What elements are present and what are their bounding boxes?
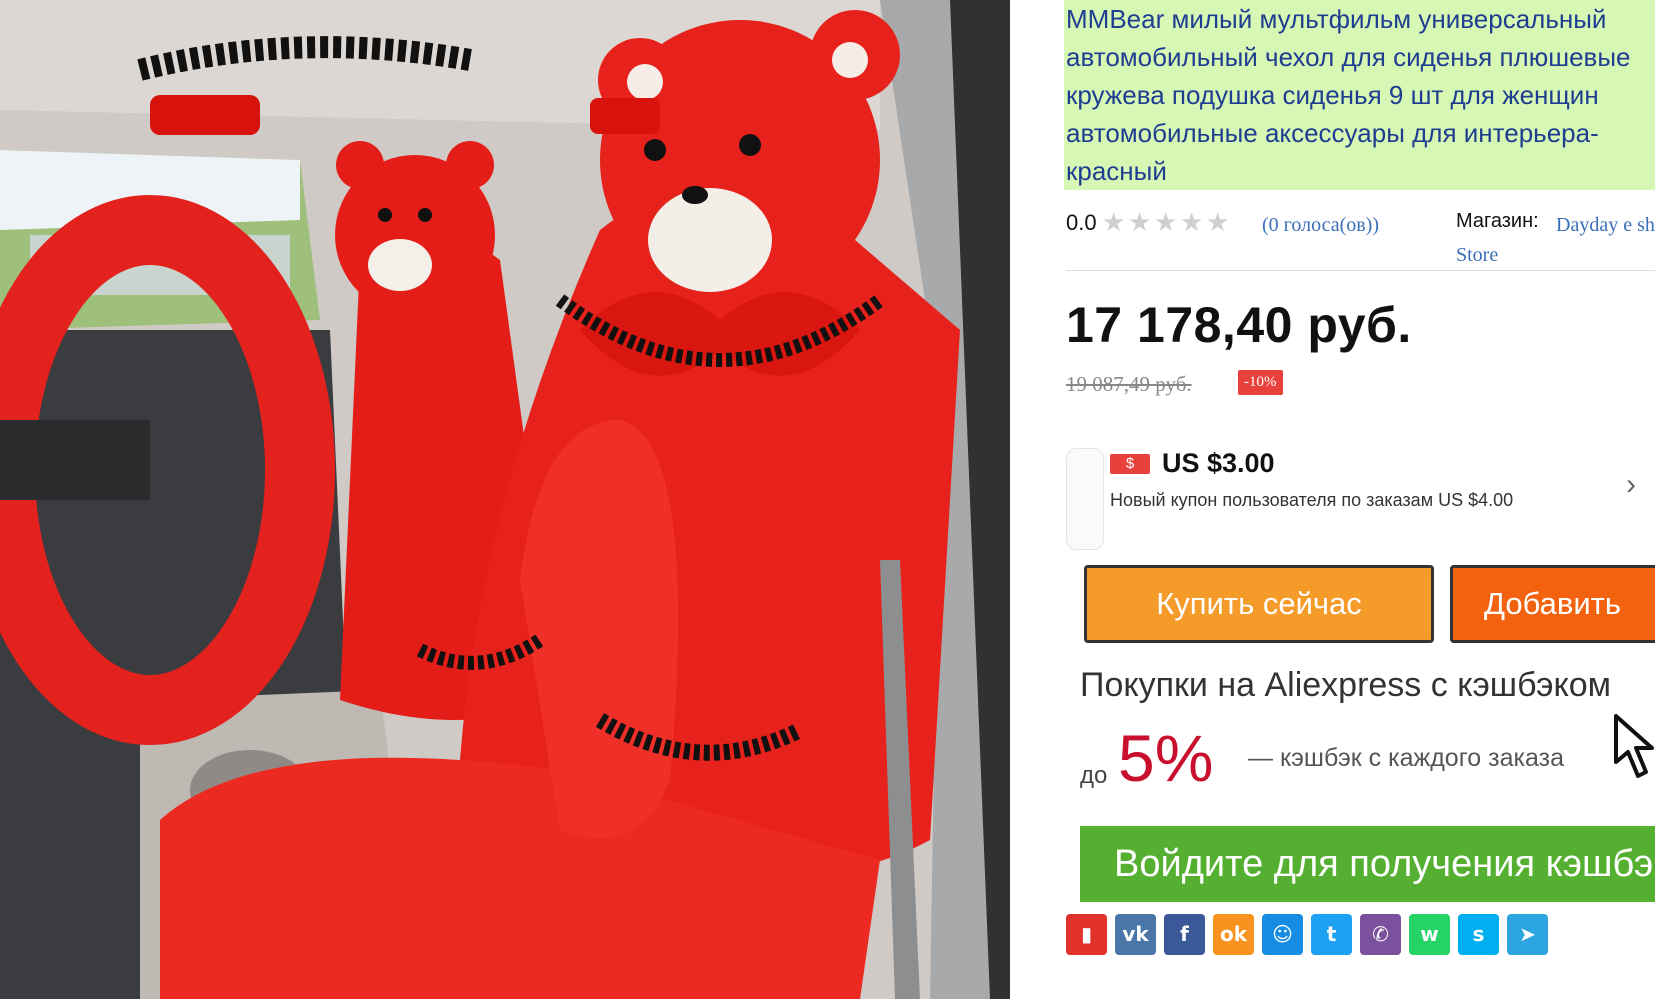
rating-row: 0.0 ★ ★ ★ ★ ★ (0 голоса(ов)) Магазин: Da… bbox=[1066, 206, 1655, 266]
cashback-percent: 5% bbox=[1118, 721, 1214, 795]
share-buttons: ▮ vk f ok ☺ t ✆ w s ➤ bbox=[1066, 914, 1548, 955]
vk-icon[interactable]: vk bbox=[1115, 914, 1156, 955]
skype-icon[interactable]: s bbox=[1458, 914, 1499, 955]
cashback-upto: до bbox=[1080, 762, 1108, 789]
twitter-icon[interactable]: t bbox=[1311, 914, 1352, 955]
product-panel: MMBear милый мультфильм универсальный ав… bbox=[1022, 0, 1655, 999]
star-icon: ★ bbox=[1128, 207, 1152, 237]
telegram-icon[interactable]: ➤ bbox=[1507, 914, 1548, 955]
coupon-tag-icon: $ bbox=[1110, 454, 1150, 474]
bookmark-icon[interactable]: ▮ bbox=[1066, 914, 1107, 955]
hand-cursor-icon bbox=[1614, 714, 1654, 778]
rating-stars: ★ ★ ★ ★ ★ bbox=[1102, 207, 1230, 237]
viber-icon[interactable]: ✆ bbox=[1360, 914, 1401, 955]
cashback-title: Покупки на Aliexpress с кэшбэком bbox=[1080, 666, 1612, 704]
whatsapp-icon[interactable]: w bbox=[1409, 914, 1450, 955]
product-photo bbox=[0, 0, 1010, 999]
coupon-stub bbox=[1066, 448, 1104, 550]
star-icon: ★ bbox=[1206, 207, 1230, 237]
product-title[interactable]: MMBear милый мультфильм универсальный ав… bbox=[1064, 0, 1655, 190]
current-price: 17 178,40 руб. bbox=[1066, 297, 1412, 353]
cashback-login-button[interactable]: Войдите для получения кэшбэка bbox=[1080, 826, 1655, 902]
star-icon: ★ bbox=[1154, 207, 1178, 237]
facebook-icon[interactable]: f bbox=[1164, 914, 1205, 955]
old-price: 19 087,49 руб. bbox=[1066, 372, 1192, 396]
store-link[interactable]: Dayday e shop Store bbox=[1456, 210, 1655, 270]
coupon-description: Новый купон пользователя по заказам US $… bbox=[1110, 490, 1514, 510]
car-seat-cover-illustration bbox=[0, 0, 1010, 999]
coupon-amount: US $3.00 bbox=[1162, 448, 1275, 478]
star-icon: ★ bbox=[1102, 207, 1126, 237]
add-to-cart-button[interactable]: Добавить bbox=[1450, 565, 1655, 643]
discount-badge: -10% bbox=[1238, 370, 1283, 395]
divider bbox=[1066, 270, 1655, 271]
cashback-description: — кэшбэк с каждого заказа bbox=[1248, 744, 1564, 772]
moimir-icon[interactable]: ☺ bbox=[1262, 914, 1303, 955]
rating-value: 0.0 bbox=[1066, 210, 1097, 235]
buy-now-button[interactable]: Купить сейчас bbox=[1084, 565, 1434, 643]
chevron-right-icon[interactable]: › bbox=[1626, 468, 1636, 502]
photo-divider bbox=[1010, 0, 1022, 999]
odnoklassniki-icon[interactable]: ok bbox=[1213, 914, 1254, 955]
star-icon: ★ bbox=[1180, 207, 1204, 237]
coupon-card[interactable]: $ US $3.00 Новый купон пользователя по з… bbox=[1066, 440, 1655, 552]
votes-link[interactable]: (0 голоса(ов)) bbox=[1262, 210, 1392, 240]
